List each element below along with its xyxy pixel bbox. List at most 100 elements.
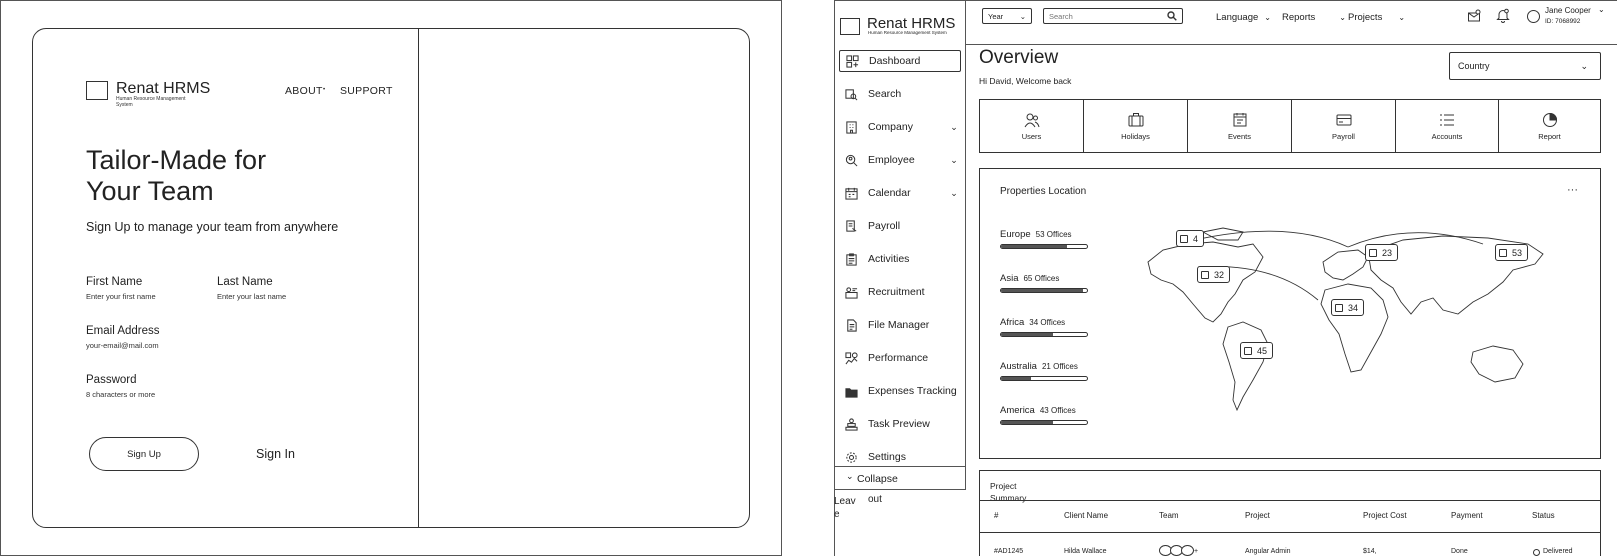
tile-report[interactable]: Report xyxy=(1498,99,1601,153)
projects-menu[interactable]: Projects ⌄ xyxy=(1348,12,1405,23)
list-icon xyxy=(1440,114,1454,125)
region-progress-bar xyxy=(1000,332,1088,337)
task-icon xyxy=(844,417,858,431)
map-pin[interactable]: 32 xyxy=(1197,266,1231,283)
brand-subtitle: Human Resource Management System xyxy=(116,96,186,108)
tile-holidays[interactable]: Holidays xyxy=(1083,99,1188,153)
nav-about[interactable]: ABOUT xyxy=(285,85,323,97)
sidebar-item-label: Dashboard xyxy=(869,55,921,67)
clipboard-icon xyxy=(844,252,858,266)
map-pin[interactable]: 23 xyxy=(1365,244,1399,261)
tile-label: Users xyxy=(1021,131,1042,141)
region-name: Africa xyxy=(1000,317,1025,328)
nav-dot: • xyxy=(323,87,326,93)
sidebar-item-expenses-tracking[interactable]: Expenses Tracking xyxy=(839,380,961,402)
chevron-down-icon: ⌄ xyxy=(1398,13,1406,22)
sidebar-item-activities[interactable]: Activities xyxy=(839,248,961,270)
tile-label: Report xyxy=(1538,131,1561,141)
chevron-down-icon: ⌄ xyxy=(1580,60,1588,71)
avatar[interactable] xyxy=(1527,10,1540,23)
card-icon xyxy=(1336,114,1351,125)
search-box[interactable] xyxy=(1043,8,1183,24)
sidebar-item-label: Company xyxy=(868,121,913,133)
mail-icon[interactable] xyxy=(1467,9,1481,23)
more-icon[interactable]: ··· xyxy=(1567,184,1578,196)
email-field[interactable] xyxy=(86,341,226,350)
signin-link[interactable]: Sign In xyxy=(256,447,295,461)
sidebar-item-company[interactable]: Company ⌄ xyxy=(839,116,961,138)
column-header[interactable]: Status xyxy=(1532,511,1578,520)
welcome-text: Hi David, Welcome back xyxy=(979,76,1072,86)
nav-support[interactable]: SUPPORT xyxy=(340,85,393,97)
region-count: 65 Offices xyxy=(1023,274,1060,283)
search-icon xyxy=(844,87,858,101)
map-pin[interactable]: 4 xyxy=(1176,230,1205,247)
last-name-field[interactable] xyxy=(217,292,357,301)
performance-icon xyxy=(844,351,858,365)
column-header[interactable]: # xyxy=(994,511,1040,520)
country-select[interactable]: Country ⌄ xyxy=(1449,52,1601,80)
sidebar-item-label: Activities xyxy=(868,253,910,265)
search-icon[interactable] xyxy=(1167,11,1177,21)
tile-users[interactable]: Users xyxy=(979,99,1084,153)
collapse-bar[interactable]: ⌄ Collapse xyxy=(834,466,966,490)
map-pin[interactable]: 53 xyxy=(1495,244,1529,261)
building-icon xyxy=(1180,234,1188,243)
sidebar-item-recruitment[interactable]: Recruitment xyxy=(839,281,961,303)
sidebar-item-label: File Manager xyxy=(868,319,930,331)
first-name-field[interactable] xyxy=(86,292,226,301)
sidebar-item-employee[interactable]: Employee ⌄ xyxy=(839,149,961,171)
pie-icon xyxy=(1542,112,1557,127)
bell-icon[interactable] xyxy=(1496,8,1510,23)
tile-label: Accounts xyxy=(1431,131,1463,141)
map-pin[interactable]: 34 xyxy=(1331,299,1365,316)
chevron-down-icon: ⌄ xyxy=(1339,13,1346,22)
map-pin[interactable]: 45 xyxy=(1240,342,1274,359)
sidebar-item-dashboard[interactable]: Dashboard xyxy=(839,50,961,72)
sidebar-item-performance[interactable]: Performance xyxy=(839,347,961,369)
sidebar-item-payroll[interactable]: Payroll xyxy=(839,215,961,237)
tile-label: Holidays xyxy=(1121,131,1150,141)
reports-menu[interactable]: Reports ⌄ xyxy=(1282,12,1346,23)
sidebar-item-settings[interactable]: Settings xyxy=(839,446,961,468)
region-progress-bar xyxy=(1000,244,1088,249)
region-name: America xyxy=(1000,405,1035,416)
chevron-down-icon[interactable]: ⌄ xyxy=(1598,5,1605,14)
chevron-down-icon: ⌄ xyxy=(950,154,958,165)
pin-count: 4 xyxy=(1193,233,1199,244)
column-header[interactable]: Team xyxy=(1159,511,1205,520)
pin-count: 45 xyxy=(1257,345,1268,356)
sidebar-item-task-preview[interactable]: Task Preview xyxy=(839,413,961,435)
collapse-label: Collapse xyxy=(857,473,898,485)
region-australia: Australia 21 Offices xyxy=(1000,361,1088,381)
region-progress-fill xyxy=(1001,333,1053,336)
chevron-down-icon: ⌄ xyxy=(950,187,958,198)
tile-payroll[interactable]: Payroll xyxy=(1291,99,1396,153)
logout-label[interactable]: out xyxy=(868,494,882,505)
password-field[interactable] xyxy=(86,390,226,399)
signup-button[interactable]: Sign Up xyxy=(89,437,199,471)
sidebar-item-calendar[interactable]: Calendar ⌄ xyxy=(839,182,961,204)
sidebar-item-label: Payroll xyxy=(868,220,901,232)
map-title: Properties Location xyxy=(1000,186,1087,197)
column-header[interactable]: Project xyxy=(1245,511,1291,520)
page-title: Overview xyxy=(979,47,1059,68)
email-label: Email Address xyxy=(86,325,160,337)
column-header[interactable]: Project Cost xyxy=(1363,511,1409,520)
file-icon xyxy=(844,318,858,332)
team-avatar xyxy=(1181,545,1194,556)
user-name[interactable]: Jane Cooper xyxy=(1545,6,1591,15)
sidebar-item-file-manager[interactable]: File Manager xyxy=(839,314,961,336)
tile-accounts[interactable]: Accounts xyxy=(1395,99,1499,153)
tile-events[interactable]: Events xyxy=(1187,99,1292,153)
column-header[interactable]: Payment xyxy=(1451,511,1497,520)
search-input[interactable] xyxy=(1049,11,1159,21)
region-progress-bar xyxy=(1000,288,1088,293)
region-progress-bar xyxy=(1000,420,1088,425)
sidebar-logo-placeholder xyxy=(840,18,860,35)
column-header[interactable]: Client Name xyxy=(1064,511,1110,520)
sidebar-item-search[interactable]: Search xyxy=(839,83,961,105)
year-select[interactable]: Year ⌄ xyxy=(982,8,1032,24)
projects-label: Projects xyxy=(1348,12,1383,23)
language-menu[interactable]: Language ⌄ xyxy=(1216,12,1271,23)
